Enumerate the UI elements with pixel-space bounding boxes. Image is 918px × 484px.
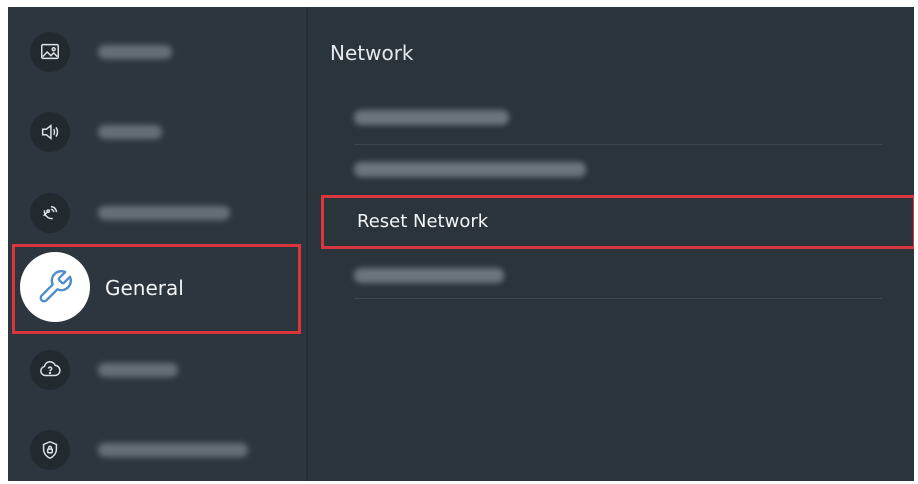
sidebar-item-broadcasting[interactable] <box>8 183 306 243</box>
sidebar-item-label-blurred <box>98 443 248 457</box>
menu-item-expert-settings[interactable] <box>328 253 908 299</box>
panel-title: Network <box>330 41 414 65</box>
menu-divider <box>354 298 882 299</box>
picture-icon <box>30 32 70 72</box>
sidebar-item-label-blurred <box>98 206 230 220</box>
settings-sidebar: General <box>8 7 306 481</box>
wrench-icon <box>20 252 90 322</box>
menu-item-network-settings[interactable] <box>328 147 908 193</box>
menu-item-label: Reset Network <box>357 211 489 232</box>
menu-item-reset-network[interactable]: Reset Network <box>321 195 914 249</box>
sidebar-item-sound[interactable] <box>8 102 306 162</box>
menu-divider <box>354 144 882 145</box>
sidebar-item-label-blurred <box>98 125 162 139</box>
sidebar-item-support[interactable] <box>8 340 306 400</box>
support-icon <box>30 350 70 390</box>
sidebar-item-label-blurred <box>98 45 172 59</box>
broadcasting-icon <box>30 193 70 233</box>
menu-item-label-blurred <box>354 110 509 125</box>
sidebar-item-label-blurred <box>98 363 178 377</box>
menu-item-network-status[interactable] <box>328 95 908 145</box>
privacy-shield-icon <box>30 430 70 470</box>
sound-icon <box>30 112 70 152</box>
menu-item-label-blurred <box>354 268 504 283</box>
sidebar-item-label: General <box>105 276 184 300</box>
sidebar-item-privacy[interactable] <box>8 420 306 480</box>
tv-settings-screen: General Network Reset Network <box>8 7 914 481</box>
network-panel: Network Reset Network <box>308 7 914 481</box>
sidebar-item-picture[interactable] <box>8 22 306 82</box>
sidebar-item-general[interactable]: General <box>12 244 301 332</box>
menu-item-label-blurred <box>354 162 586 177</box>
